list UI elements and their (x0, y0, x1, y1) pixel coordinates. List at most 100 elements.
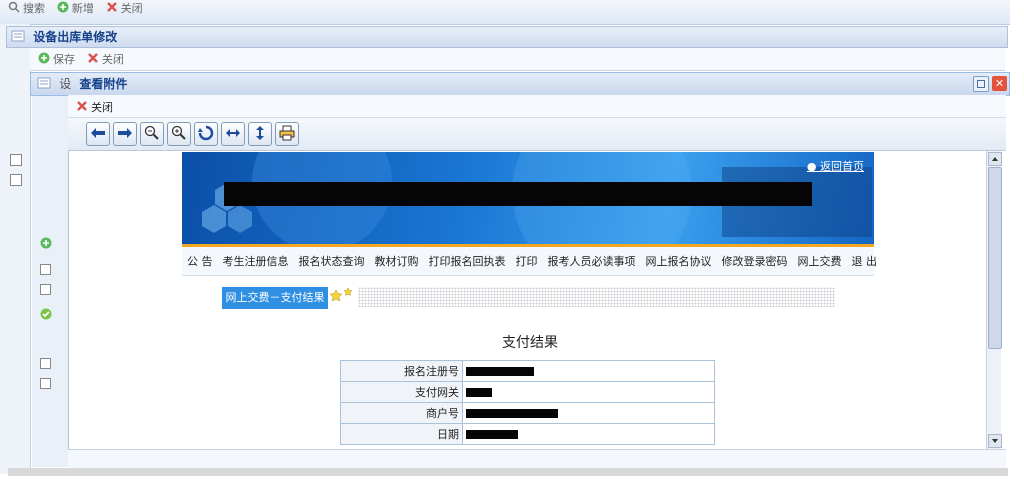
add-icon (57, 1, 69, 16)
scroll-thumb[interactable] (988, 167, 1002, 349)
redacted-value (466, 409, 558, 418)
row-label: 报名注册号 (340, 360, 463, 382)
top-close-button[interactable]: 关闭 (106, 0, 143, 16)
close-icon (87, 52, 99, 67)
fit-width-icon (225, 127, 241, 142)
scroll-down-arrow[interactable] (988, 434, 1002, 448)
close-icon (106, 1, 118, 16)
chevron-down-icon (989, 436, 1001, 450)
prev-button[interactable] (86, 122, 110, 146)
outer-panel-header: 设备出库单修改 (6, 26, 1008, 48)
row-checkbox[interactable] (10, 154, 22, 166)
nav-item-textbook[interactable]: 教材订购 (375, 253, 419, 269)
close-icon: ✕ (994, 77, 1005, 90)
row-checkbox[interactable] (40, 378, 51, 389)
table-row: 支付网关 (340, 381, 715, 403)
site-banner: ● 返回首页 (182, 152, 874, 244)
left-grid-strip (0, 24, 31, 474)
nav-item-change-password[interactable]: 修改登录密码 (722, 253, 788, 269)
home-link-label: 返回首页 (820, 160, 864, 173)
fit-width-button[interactable] (221, 122, 245, 146)
row-value (462, 360, 715, 382)
nav-item-register-info[interactable]: 考生注册信息 (223, 253, 289, 269)
result-title: 支付结果 (502, 335, 558, 351)
nav-item-logout[interactable]: 退 出 (852, 253, 878, 269)
row-checkbox[interactable] (40, 284, 51, 295)
viewer-toolbar (68, 118, 1006, 151)
dialog-close-label: 关闭 (91, 101, 113, 114)
next-button[interactable] (113, 122, 137, 146)
arrow-right-icon (117, 127, 133, 142)
zoom-in-icon (171, 125, 187, 144)
row-value (462, 381, 715, 403)
add-icon (40, 237, 52, 252)
dialog-toolbar: 关闭 (68, 95, 1006, 118)
fit-height-button[interactable] (248, 122, 272, 146)
nav-item-print[interactable]: 打印 (516, 253, 538, 269)
nav-item-print-receipt[interactable]: 打印报名回执表 (429, 253, 506, 269)
row-checkbox[interactable] (10, 174, 22, 186)
chevron-up-icon (989, 154, 1001, 168)
top-close-label: 关闭 (120, 2, 143, 15)
outer-panel-title: 设备出库单修改 (33, 30, 118, 44)
row-value (462, 423, 715, 445)
zoom-out-button[interactable] (140, 122, 164, 146)
rotate-button[interactable] (194, 122, 218, 146)
add-label: 新增 (71, 2, 94, 15)
bullet-icon: ● (806, 160, 817, 173)
outer-close-button[interactable]: 关闭 (87, 51, 124, 67)
scroll-up-arrow[interactable] (988, 152, 1002, 166)
rotate-icon (198, 125, 214, 144)
row-label: 商户号 (340, 402, 463, 424)
search-label: 搜索 (23, 2, 45, 15)
maximize-icon (977, 80, 985, 88)
dialog-close-x-button[interactable]: ✕ (992, 76, 1007, 91)
outer-panel-toolbar: 保存 关闭 (30, 48, 1005, 71)
save-icon (38, 52, 50, 67)
redacted-value (466, 430, 518, 439)
print-icon (279, 125, 295, 144)
dialog-title: 查看附件 (79, 77, 128, 91)
outer-close-label: 关闭 (101, 53, 124, 66)
row-label: 日期 (340, 423, 463, 445)
nav-item-notice[interactable]: 公 告 (187, 253, 213, 269)
table-row: 日期 (340, 423, 715, 445)
torn-edge-shadow (8, 468, 1008, 476)
redacted-site-name (224, 182, 812, 206)
dialog-statusbar (68, 449, 1006, 468)
save-button[interactable]: 保存 (38, 51, 75, 67)
row-checkbox[interactable] (40, 358, 51, 369)
breadcrumb-tag: 网上交费－支付结果 (222, 287, 328, 309)
zoom-in-button[interactable] (167, 122, 191, 146)
vertical-scrollbar[interactable] (986, 151, 1002, 449)
zoom-out-icon (144, 125, 160, 144)
maximize-button[interactable] (973, 76, 989, 92)
attachment-dialog-header: 设 查看附件 ✕ (30, 72, 1010, 96)
payment-result-table: 报名注册号 支付网关 商户号 日期 (340, 360, 715, 445)
outer-tab-peek: 设 (59, 77, 72, 91)
home-link[interactable]: ● 返回首页 (807, 158, 864, 174)
search-button[interactable]: 搜索 (8, 0, 45, 16)
site-nav: 公 告 考生注册信息 报名状态查询 教材订购 打印报名回执表 打印 报考人员必读… (182, 244, 877, 276)
nav-item-agreement[interactable]: 网上报名协议 (646, 253, 712, 269)
star-icon (329, 287, 354, 307)
add-button[interactable]: 新增 (57, 0, 94, 16)
table-row: 商户号 (340, 402, 715, 424)
fit-height-icon (254, 125, 266, 144)
table-row: 报名注册号 (340, 360, 715, 382)
save-label: 保存 (53, 53, 75, 66)
dotted-divider (358, 287, 835, 307)
top-toolbar: 搜索 新增 关闭 (0, 0, 1010, 25)
row-value (462, 402, 715, 424)
print-button[interactable] (275, 122, 299, 146)
nav-item-notice-reading[interactable]: 报考人员必读事项 (548, 253, 636, 269)
nav-item-payment[interactable]: 网上交费 (798, 253, 842, 269)
form-icon (11, 28, 25, 48)
inner-form-strip (32, 72, 69, 467)
row-checkbox[interactable] (40, 264, 51, 275)
check-icon (40, 308, 52, 323)
arrow-left-icon (90, 127, 106, 142)
nav-item-status-query[interactable]: 报名状态查询 (299, 253, 365, 269)
form-icon (37, 74, 51, 96)
dialog-close-button[interactable]: 关闭 (76, 99, 113, 115)
